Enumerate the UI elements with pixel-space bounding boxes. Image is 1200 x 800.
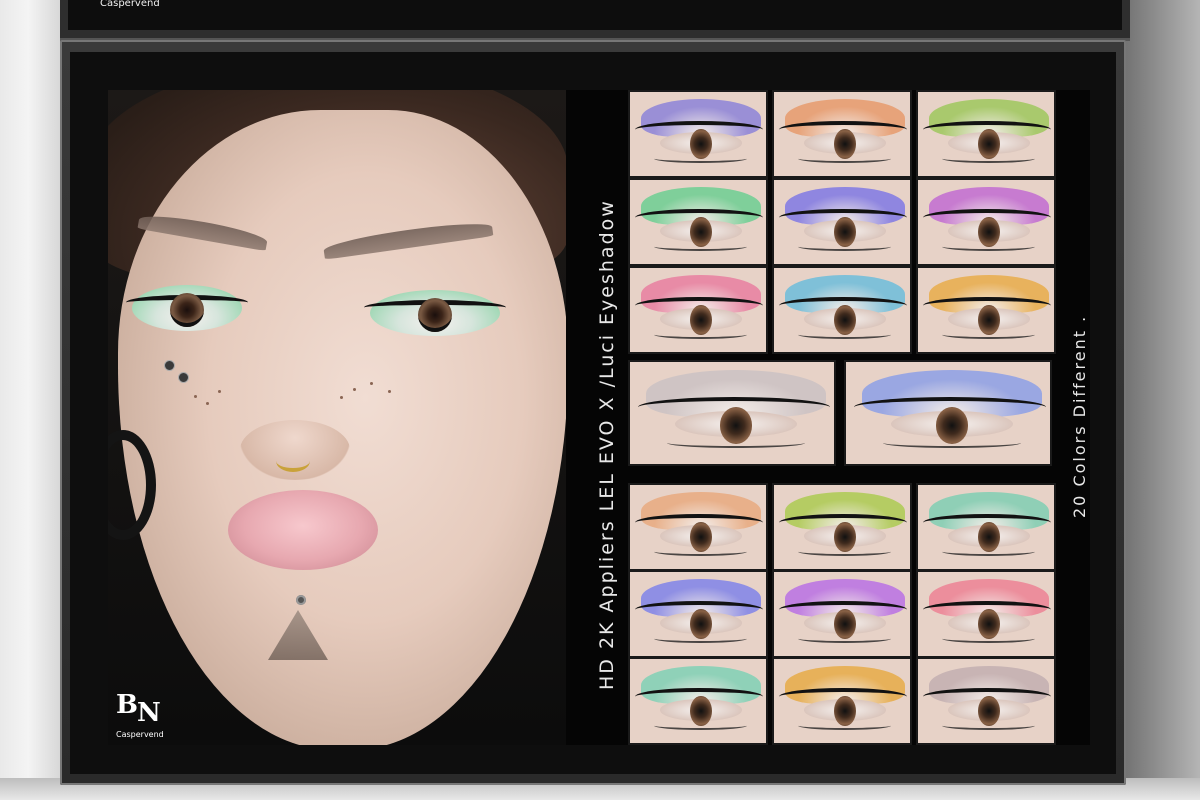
- eyeshadow-swatch-large: [844, 360, 1052, 466]
- face-gem: [164, 360, 175, 371]
- eyeshadow-swatch: [772, 266, 912, 354]
- eyeshadow-swatch: [628, 483, 768, 571]
- face-gem: [178, 372, 189, 383]
- vendor-board[interactable]: BN Caspervend HD 2K Appliers LEL EVO X /…: [60, 40, 1126, 785]
- eyeshadow-swatch: [772, 570, 912, 658]
- product-poster: BN Caspervend HD 2K Appliers LEL EVO X /…: [108, 90, 1090, 745]
- eyeshadow-swatch: [916, 657, 1056, 745]
- eyeshadow-swatch: [772, 178, 912, 266]
- eyeshadow-swatch: [628, 178, 768, 266]
- eyeshadow-swatch: [916, 178, 1056, 266]
- wall-right: [1120, 0, 1200, 800]
- eyeshadow-swatch: [916, 90, 1056, 178]
- eyeshadow-swatch: [772, 483, 912, 571]
- upper-vendor-brand: Caspervend: [100, 0, 160, 9]
- lips: [228, 490, 378, 570]
- product-title: HD 2K Appliers LEL EVO X /Luci Eyeshadow: [596, 199, 618, 690]
- eyeshadow-swatch-large: [628, 360, 836, 466]
- model-portrait: BN Caspervend: [108, 90, 566, 745]
- bn-logo: BN: [116, 690, 161, 728]
- face: [118, 110, 566, 745]
- eyeshadow-swatch: [916, 570, 1056, 658]
- left-eye: [126, 285, 248, 331]
- nose-ring: [276, 450, 310, 472]
- lip-piercing: [296, 595, 306, 605]
- eyeshadow-swatch: [772, 90, 912, 178]
- right-eye: [364, 290, 506, 336]
- eyeshadow-swatch: [772, 657, 912, 745]
- upper-board-screen: [68, 0, 1122, 30]
- eyeshadow-swatch: [916, 266, 1056, 354]
- eyeshadow-swatch: [628, 266, 768, 354]
- eyeshadow-swatch: [916, 483, 1056, 571]
- vendor-brand: Caspervend: [116, 730, 164, 739]
- eyeshadow-swatch: [628, 657, 768, 745]
- eyeshadow-swatch: [628, 90, 768, 178]
- eyeshadow-swatch: [628, 570, 768, 658]
- vendor-board-screen: BN Caspervend HD 2K Appliers LEL EVO X /…: [70, 52, 1116, 774]
- upper-vendor-board[interactable]: Caspervend: [60, 0, 1130, 41]
- colors-note: 20 Colors Different .: [1070, 314, 1089, 518]
